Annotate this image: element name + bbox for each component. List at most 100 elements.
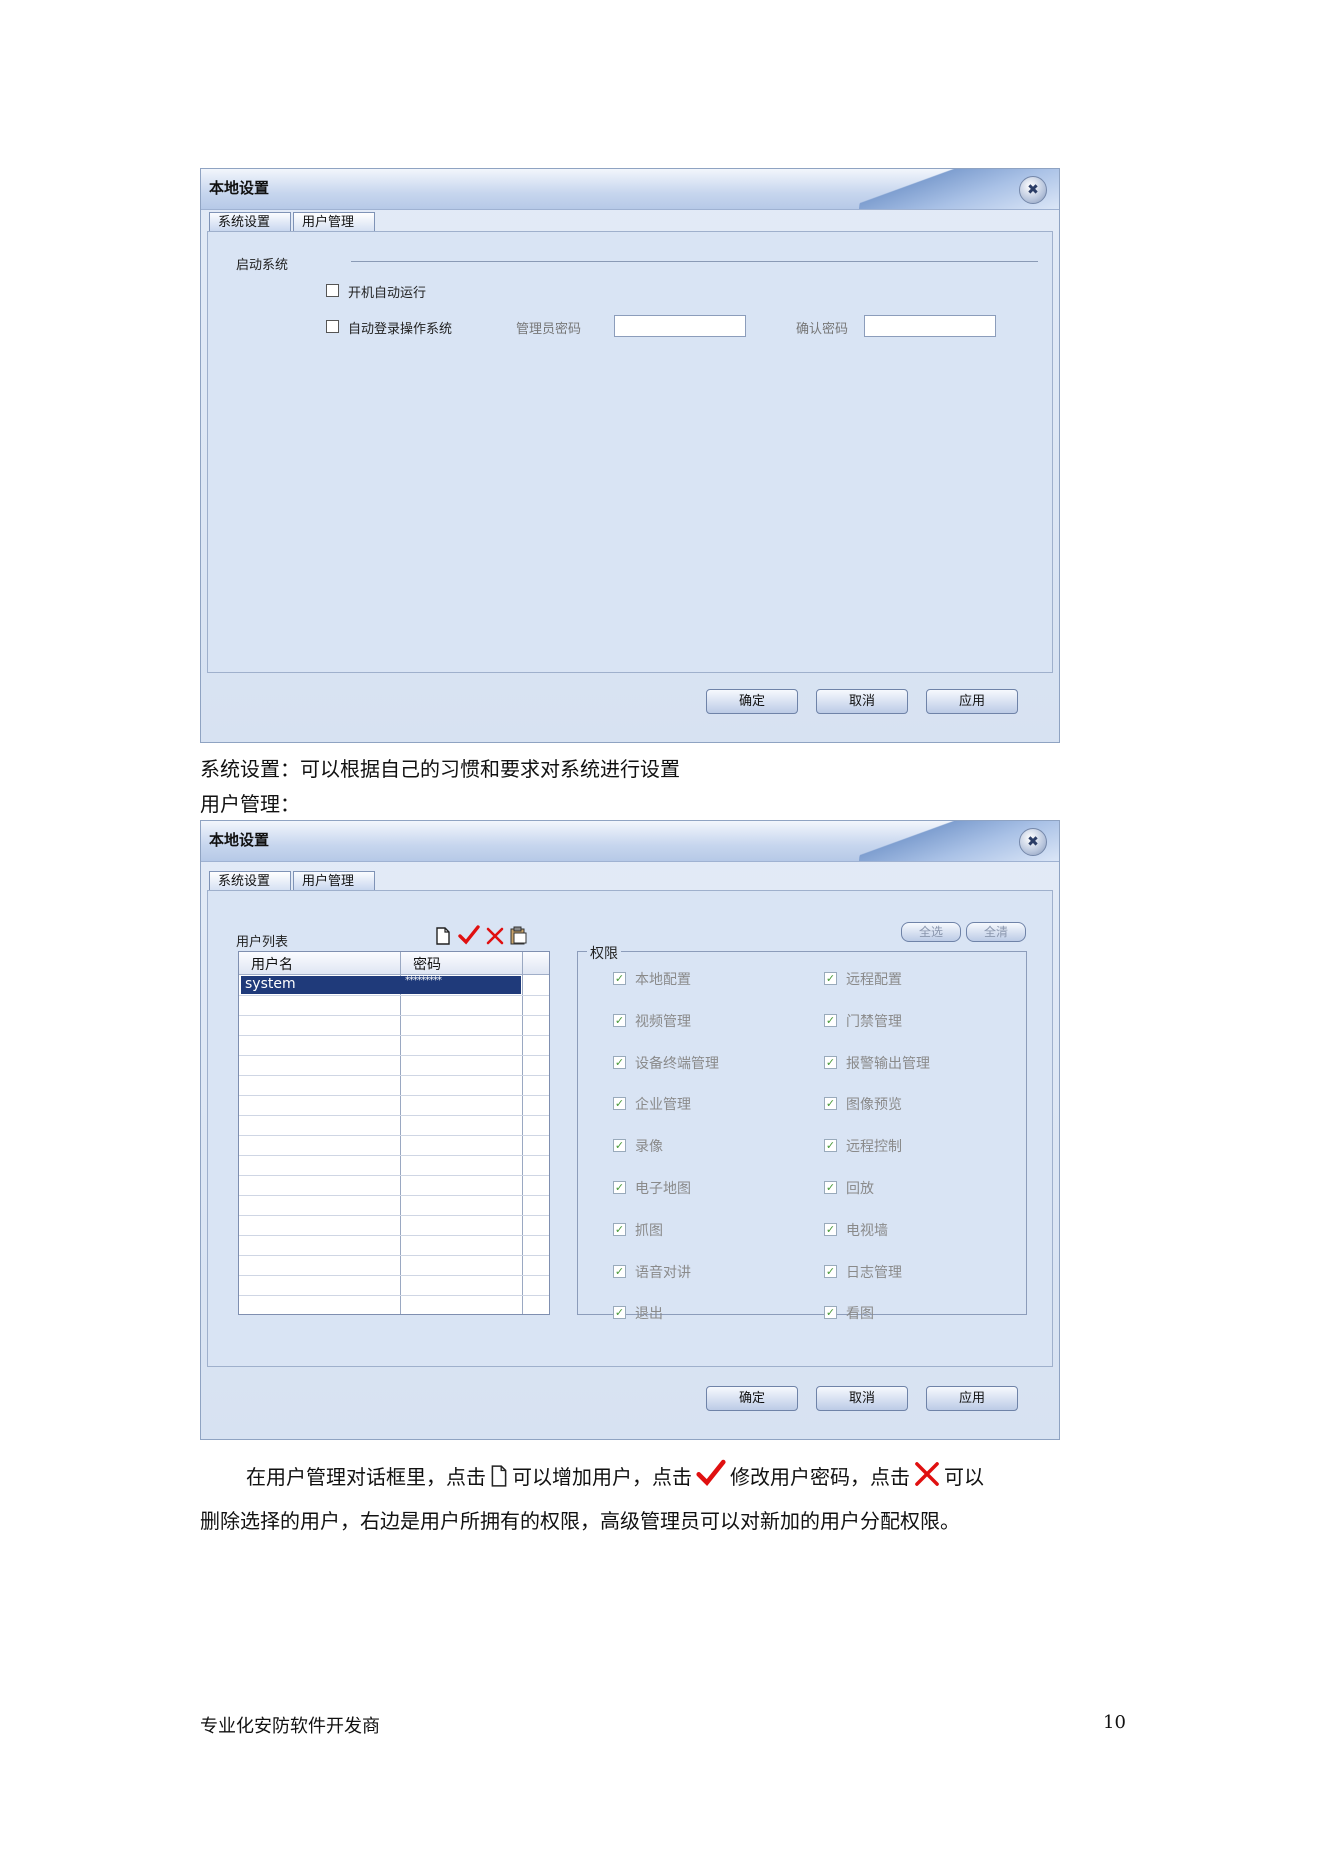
permission-checkbox[interactable]: ✓ <box>824 1139 837 1153</box>
permission-label: 看图 <box>846 1306 874 1323</box>
tab-system-settings[interactable]: 系统设置 <box>209 212 291 231</box>
table-row-line <box>239 1075 549 1076</box>
permission-label: 设备终端管理 <box>635 1055 719 1072</box>
table-row-line <box>239 995 549 996</box>
permission-label: 视频管理 <box>635 1013 691 1030</box>
table-row-line <box>239 1235 549 1236</box>
permission-checkbox[interactable]: ✓ <box>824 1055 837 1069</box>
checkmark-icon[interactable] <box>458 925 480 945</box>
instruction-line-2: 删除选择的用户，右边是用户所拥有的权限，高级管理员可以对新加的用户分配权限。 <box>200 1509 960 1533</box>
admin-password-field[interactable] <box>614 315 746 337</box>
cell-username: system <box>245 976 296 992</box>
autologin-checkbox[interactable] <box>326 320 339 333</box>
permission-label: 电视墙 <box>846 1222 888 1239</box>
permission-checkbox[interactable]: ✓ <box>613 1097 626 1111</box>
permission-checkbox[interactable]: ✓ <box>613 1306 626 1320</box>
permission-checkbox[interactable]: ✓ <box>824 1181 837 1194</box>
tab-system-settings[interactable]: 系统设置 <box>209 871 291 890</box>
permission-label: 报警输出管理 <box>846 1055 930 1072</box>
permission-checkbox[interactable]: ✓ <box>613 1181 626 1194</box>
table-row[interactable]: system ********* <box>241 975 521 994</box>
instruction-text: 可以增加用户，点击 <box>512 1465 692 1489</box>
permission-label: 远程配置 <box>846 972 902 988</box>
tab-panel: 用户列表 用户名 密码 system ********* 全选 全清 权限 ✓ … <box>207 890 1053 1367</box>
table-row-line <box>239 1015 549 1016</box>
tab-user-management[interactable]: 用户管理 <box>293 871 375 890</box>
close-icon[interactable]: ✖ <box>1019 176 1047 204</box>
dialog-title: 本地设置 <box>209 179 270 197</box>
user-list-label: 用户列表 <box>236 935 289 950</box>
caption-system-settings: 系统设置：可以根据自己的习惯和要求对系统进行设置 <box>200 757 680 781</box>
permission-label: 远程控制 <box>846 1139 902 1156</box>
instruction-text: 修改用户密码，点击 <box>730 1465 910 1489</box>
tab-panel: 启动系统 开机自动运行 自动登录操作系统 管理员密码 确认密码 <box>207 231 1053 673</box>
dialog-titlebar: 本地设置 ✖ <box>201 821 1059 862</box>
delete-x-icon[interactable] <box>486 927 504 945</box>
permission-checkbox[interactable]: ✓ <box>824 1013 837 1027</box>
clipboard-icon[interactable] <box>508 925 528 945</box>
column-header-password[interactable]: 密码 <box>413 954 441 974</box>
new-document-icon[interactable] <box>435 927 451 945</box>
caption-user-management: 用户管理： <box>200 792 300 816</box>
column-divider <box>400 952 401 1314</box>
permission-label: 退出 <box>635 1306 663 1323</box>
table-row-line <box>239 1035 549 1036</box>
permission-label: 录像 <box>635 1139 663 1156</box>
table-row-line <box>239 1275 549 1276</box>
select-all-button[interactable]: 全选 <box>901 922 961 942</box>
permission-checkbox[interactable]: ✓ <box>824 972 837 985</box>
permission-checkbox[interactable]: ✓ <box>613 972 626 985</box>
user-table[interactable]: 用户名 密码 system ********* <box>238 951 550 1315</box>
instruction-line-1: 在用户管理对话框里，点击 可以增加用户，点击 修改用户密码，点击 可以 <box>200 1455 1140 1499</box>
delete-x-icon <box>915 1462 939 1486</box>
permission-checkbox[interactable]: ✓ <box>824 1264 837 1278</box>
admin-password-label: 管理员密码 <box>516 322 582 337</box>
instruction-text: 在用户管理对话框里，点击 <box>246 1465 486 1489</box>
apply-button[interactable]: 应用 <box>926 689 1018 714</box>
table-row-line <box>239 1155 549 1156</box>
permission-checkbox[interactable]: ✓ <box>613 1139 626 1153</box>
dialog-title: 本地设置 <box>209 831 270 849</box>
permissions-label: 权限 <box>587 943 621 963</box>
permission-checkbox[interactable]: ✓ <box>613 1055 626 1069</box>
permission-label: 语音对讲 <box>635 1264 691 1281</box>
autologin-label: 自动登录操作系统 <box>348 322 453 337</box>
table-row-line <box>239 1055 549 1056</box>
dialog-titlebar: 本地设置 ✖ <box>201 169 1059 210</box>
permission-label: 图像预览 <box>846 1097 902 1114</box>
instruction-text: 可以 <box>944 1465 984 1489</box>
permission-checkbox[interactable]: ✓ <box>824 1306 837 1320</box>
permission-checkbox[interactable]: ✓ <box>613 1222 626 1236</box>
permission-checkbox[interactable]: ✓ <box>824 1222 837 1236</box>
section-label-startup: 启动系统 <box>236 258 289 273</box>
settings-dialog-users: 本地设置 ✖ 系统设置 用户管理 用户列表 用户名 密码 system ****… <box>200 820 1060 1440</box>
ok-button[interactable]: 确定 <box>706 1386 798 1411</box>
table-row-line <box>239 1115 549 1116</box>
cancel-button[interactable]: 取消 <box>816 689 908 714</box>
permission-label: 电子地图 <box>635 1181 691 1197</box>
permission-checkbox[interactable]: ✓ <box>613 1013 626 1027</box>
permissions-group <box>577 951 1027 1315</box>
cell-password: ********* <box>405 975 442 986</box>
confirm-password-field[interactable] <box>864 315 996 337</box>
clear-all-button[interactable]: 全清 <box>966 922 1026 942</box>
close-icon[interactable]: ✖ <box>1019 828 1047 856</box>
checkmark-icon <box>696 1459 726 1487</box>
instruction-paragraph: 在用户管理对话框里，点击 可以增加用户，点击 修改用户密码，点击 可以 删除选择的用户… <box>200 1455 1140 1543</box>
permission-label: 日志管理 <box>846 1264 902 1281</box>
tab-user-management[interactable]: 用户管理 <box>293 212 375 231</box>
autorun-checkbox[interactable] <box>326 284 339 297</box>
confirm-password-label: 确认密码 <box>796 322 849 337</box>
cancel-button[interactable]: 取消 <box>816 1386 908 1411</box>
permission-checkbox[interactable]: ✓ <box>613 1264 626 1278</box>
table-header: 用户名 密码 <box>239 952 549 975</box>
permission-label: 门禁管理 <box>846 1013 902 1030</box>
table-row-line <box>239 1135 549 1136</box>
page-number: 10 <box>1103 1712 1126 1733</box>
ok-button[interactable]: 确定 <box>706 689 798 714</box>
apply-button[interactable]: 应用 <box>926 1386 1018 1411</box>
settings-dialog-system: 本地设置 ✖ 系统设置 用户管理 启动系统 开机自动运行 自动登录操作系统 管理… <box>200 168 1060 743</box>
column-header-username[interactable]: 用户名 <box>251 954 293 974</box>
permission-label: 抓图 <box>635 1222 663 1239</box>
permission-checkbox[interactable]: ✓ <box>824 1097 837 1111</box>
